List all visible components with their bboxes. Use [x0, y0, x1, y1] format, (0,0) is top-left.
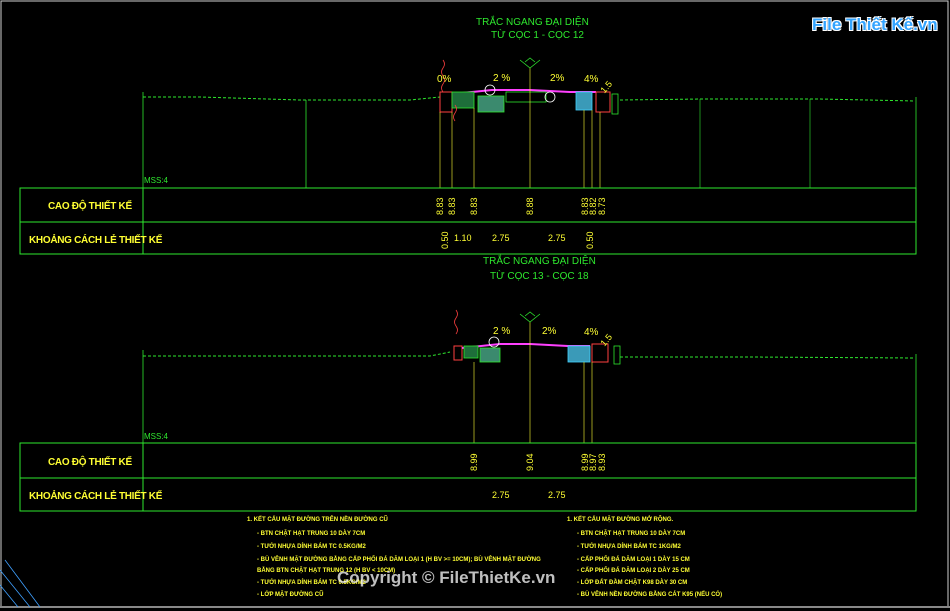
section2-title: TRẮC NGANG ĐẠI DIỆN [483, 256, 596, 267]
filethietke-logo: File Thiết Kế.vn [812, 14, 938, 40]
section2-distance: 2.75 [492, 490, 510, 500]
notes-left-line: - BTN CHẶT HẠT TRUNG 10 DÀY 7CM [257, 531, 366, 537]
section1-distance: 2.75 [548, 233, 566, 243]
section1-elevation: 8.83 [469, 197, 479, 215]
notes-left-line: - BÙ VÊNH MẶT ĐƯỜNG BẰNG CẤP PHỐI ĐÁ DĂM… [257, 557, 541, 563]
section1-distance: 2.75 [492, 233, 510, 243]
copyright-watermark: Copyright © FileThietKe.vn [337, 568, 556, 587]
section1-elevation: 8.88 [525, 197, 535, 215]
section1-elevation: 8.83 [447, 197, 457, 215]
notes-left-line: - LỚP MẶT ĐƯỜNG CŨ [257, 592, 324, 598]
section2-elevation: 8.99 [469, 453, 479, 471]
section2-subtitle: TỪ CỌC 13 - CỌC 18 [490, 271, 589, 282]
notes-right-line: - TƯỚI NHỰA DÍNH BÁM TC 1KG/M2 [577, 544, 681, 550]
section1-elevation: 8.73 [597, 197, 607, 215]
section2-slope-right: 4% [584, 327, 599, 338]
cad-drawing-canvas [0, 0, 950, 608]
notes-right-line: - BÙ VÊNH NỀN ĐƯỜNG BẰNG CÁT K95 (NẾU CÓ… [577, 592, 723, 598]
notes-right-heading: 1. KẾT CẤU MẶT ĐƯỜNG MỞ RỘNG. [567, 517, 674, 523]
section1-elevation: 8.83 [435, 197, 445, 215]
section1-slope-right: 4% [584, 74, 599, 85]
section1-distance: 0.50 [585, 231, 595, 249]
section2-distance: 2.75 [548, 490, 566, 500]
notes-right-line: - CẤP PHỐI ĐÁ DĂM LOẠI 2 DÀY 25 CM [577, 568, 690, 574]
section2-elevation: 8.93 [597, 453, 607, 471]
section1-distance: 0.50 [440, 231, 450, 249]
section1-slope-b: 2% [550, 73, 565, 84]
section2-row-distance-label: KHOẢNG CÁCH LẺ THIẾT KẾ [29, 491, 163, 502]
section1-datum: MSS:4 [144, 176, 169, 185]
section1-row-distance-label: KHOẢNG CÁCH LẺ THIẾT KẾ [29, 235, 163, 246]
section2-row-elevation-label: CAO ĐỘ THIẾT KẾ [48, 457, 132, 468]
logo-badge: File Thiết Kế.vn [812, 15, 938, 34]
section2-datum: MSS:4 [144, 432, 169, 441]
section1-row-elevation-label: CAO ĐỘ THIẾT KẾ [48, 201, 132, 212]
notes-right-line: - LỚP ĐẤT ĐẦM CHẶT K98 DÀY 30 CM [577, 580, 688, 586]
section1-distance: 1.10 [454, 233, 472, 243]
section1-subtitle: TỪ CỌC 1 - CỌC 12 [491, 30, 584, 41]
section2-elevation: 9.04 [525, 453, 535, 471]
section2-slope-a: 2 % [493, 326, 511, 337]
notes-right-line: - BTN CHẶT HẠT TRUNG 10 DÀY 7CM [577, 531, 686, 537]
notes-left-heading: 1. KẾT CẤU MẶT ĐƯỜNG TRÊN NỀN ĐƯỜNG CŨ [247, 517, 388, 523]
notes-left-line: - TƯỚI NHỰA DÍNH BÁM TC 0.5KG/M2 [257, 544, 366, 550]
section2-slope-b: 2% [542, 326, 557, 337]
section1-slope-left: 0% [437, 74, 452, 85]
section1-slope-a: 2 % [493, 73, 511, 84]
notes-right-line: - CẤP PHỐI ĐÁ DĂM LOẠI 1 DÀY 15 CM [577, 557, 690, 563]
section1-title: TRẮC NGANG ĐẠI DIỆN [476, 17, 589, 28]
